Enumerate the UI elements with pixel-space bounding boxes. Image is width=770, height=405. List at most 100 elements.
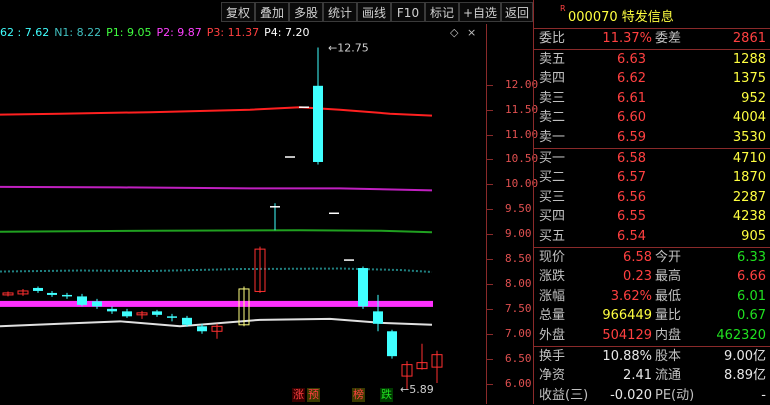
f10-button[interactable]: F10 [391, 2, 425, 22]
price-tick-mark [487, 308, 493, 310]
candle-down [33, 287, 43, 291]
stat2-row: 净资 2.41 流通 8.89亿 [534, 366, 770, 385]
bid-price: 6.58 [617, 150, 646, 166]
multi-stock-button[interactable]: 多股 [289, 2, 323, 22]
candle-down [358, 268, 368, 307]
ask-label: 卖五 [539, 51, 566, 67]
weibi-row: 委比 11.37% 委差 2861 [534, 29, 770, 48]
statistics-button[interactable]: 统计 [323, 2, 357, 22]
stat-row: 总量 966449 量比 0.67 [534, 306, 770, 325]
price-tick: 9.00 [505, 227, 532, 241]
stat-label: 涨幅 [539, 288, 566, 304]
add-watchlist-button[interactable]: +自选 [459, 2, 501, 22]
stat-value: 966449 [602, 308, 652, 324]
fuquan-button[interactable]: 复权 [221, 2, 255, 22]
legend-item: P3: 11.37 [206, 26, 260, 39]
indicator-legend: 62 : 7.62 N1: 8.22 P1: 9.05 P2: 9.87 P3: 11.… [0, 26, 314, 40]
legend-item: P4: 7.20 [264, 26, 310, 39]
diamond-icon[interactable]: ◇ [450, 26, 458, 39]
line-p1 [0, 229, 433, 234]
bid-volume: 905 [741, 229, 766, 244]
ask-label: 卖四 [539, 71, 566, 87]
stat-label: 总量 [539, 308, 566, 324]
stat-label: 现价 [539, 249, 566, 265]
ask-row: 卖二 6.60 4004 [534, 108, 770, 127]
tag-yu[interactable]: 预 [307, 388, 320, 402]
stat-value: 0.23 [623, 269, 652, 285]
bid-label: 买四 [539, 209, 566, 225]
ask-row: 卖一 6.59 3530 [534, 128, 770, 147]
candle-down [387, 331, 397, 357]
price-tick-mark [487, 159, 493, 161]
bid-price: 6.57 [617, 170, 646, 186]
price-tick-mark [487, 109, 493, 111]
tag-zhang[interactable]: 涨 [292, 388, 305, 402]
ask-volume: 952 [741, 90, 766, 106]
bid-volume: 4710 [732, 150, 766, 166]
stat-value: 504129 [602, 328, 652, 343]
price-tick-mark [487, 333, 493, 335]
bid-label: 买二 [539, 170, 566, 186]
stat-label: 今开 [655, 249, 682, 265]
tag-die[interactable]: 跌 [380, 388, 393, 402]
stat-value: 9.00亿 [724, 348, 766, 364]
stat-value: 6.01 [737, 288, 766, 304]
bid-price: 6.55 [617, 209, 646, 225]
ask-volume: 1288 [732, 51, 766, 67]
bid-row: 买五 6.54 905 [534, 227, 770, 246]
line-p4 [0, 317, 433, 328]
kline-chart-area[interactable]: ←12.75 ←5.89 复权 叠加 多股 统计 画线 F10 标记 +自选 返回… [0, 0, 538, 404]
ask-volume: 1375 [732, 71, 766, 87]
stat-row: 涨跌 0.23 最高 6.66 [534, 267, 770, 286]
price-tick: 6.00 [505, 376, 532, 390]
bid-label: 买三 [539, 189, 566, 205]
stat-label: 流通 [655, 368, 682, 384]
close-icon[interactable]: × [467, 26, 476, 39]
ask-price: 6.59 [617, 130, 646, 145]
bid-volume: 2287 [732, 189, 766, 205]
kline-chart[interactable]: ←12.75 ←5.89 [0, 0, 486, 404]
quote-panel: R 000070 特发信息 委比 11.37% 委差 2861 卖五 6.63 1288 卖四… [533, 0, 770, 404]
tag-bang[interactable]: 榜 [352, 388, 365, 402]
ask-price: 6.63 [617, 51, 646, 67]
candle-down [167, 316, 177, 318]
stat-row: 现价 6.58 今开 6.33 [534, 248, 770, 267]
stat-value: 8.89亿 [724, 368, 766, 384]
candle-down [182, 317, 192, 325]
bid-row: 买三 6.56 2287 [534, 188, 770, 207]
ask-row: 卖三 6.61 952 [534, 89, 770, 108]
price-tick-mark [487, 283, 493, 285]
stat2-row: 收益(三) -0.020 PE(动) - [534, 386, 770, 405]
overlay-button[interactable]: 叠加 [255, 2, 289, 22]
draw-line-button[interactable]: 画线 [357, 2, 391, 22]
weibi-label: 委比 [539, 31, 566, 46]
stat-label: 涨跌 [539, 269, 566, 285]
price-tick-mark [487, 259, 493, 261]
price-tick: 9.50 [505, 202, 532, 216]
bid-label: 买五 [539, 229, 566, 244]
legend-item: P1: 9.05 [106, 26, 152, 39]
line-p3 [0, 106, 433, 117]
stat-value: 0.67 [737, 308, 766, 324]
ask-label: 卖三 [539, 90, 566, 106]
stat-label: 收益(三) [539, 387, 589, 403]
legend-item: N1: 8.22 [54, 26, 102, 39]
price-tick: 7.00 [505, 326, 532, 340]
stock-code-name[interactable]: 000070 特发信息 [568, 6, 674, 25]
bid-row: 买二 6.57 1870 [534, 168, 770, 187]
mark-button[interactable]: 标记 [425, 2, 459, 22]
back-button[interactable]: 返回 [501, 2, 533, 22]
legend-item: P2: 9.87 [156, 26, 202, 39]
stat-label: 最低 [655, 288, 682, 304]
stat-label: 换手 [539, 348, 566, 364]
bid-volume: 4238 [732, 209, 766, 225]
candle-down [62, 294, 72, 297]
bid-price: 6.54 [617, 229, 646, 244]
ask-label: 卖二 [539, 110, 566, 126]
candle-down [152, 311, 162, 315]
ask-row: 卖四 6.62 1375 [534, 69, 770, 88]
stat-value: 462320 [716, 328, 766, 343]
price-tick-mark [487, 234, 493, 236]
price-tick: 8.50 [505, 252, 532, 266]
price-tick-mark [487, 358, 493, 360]
